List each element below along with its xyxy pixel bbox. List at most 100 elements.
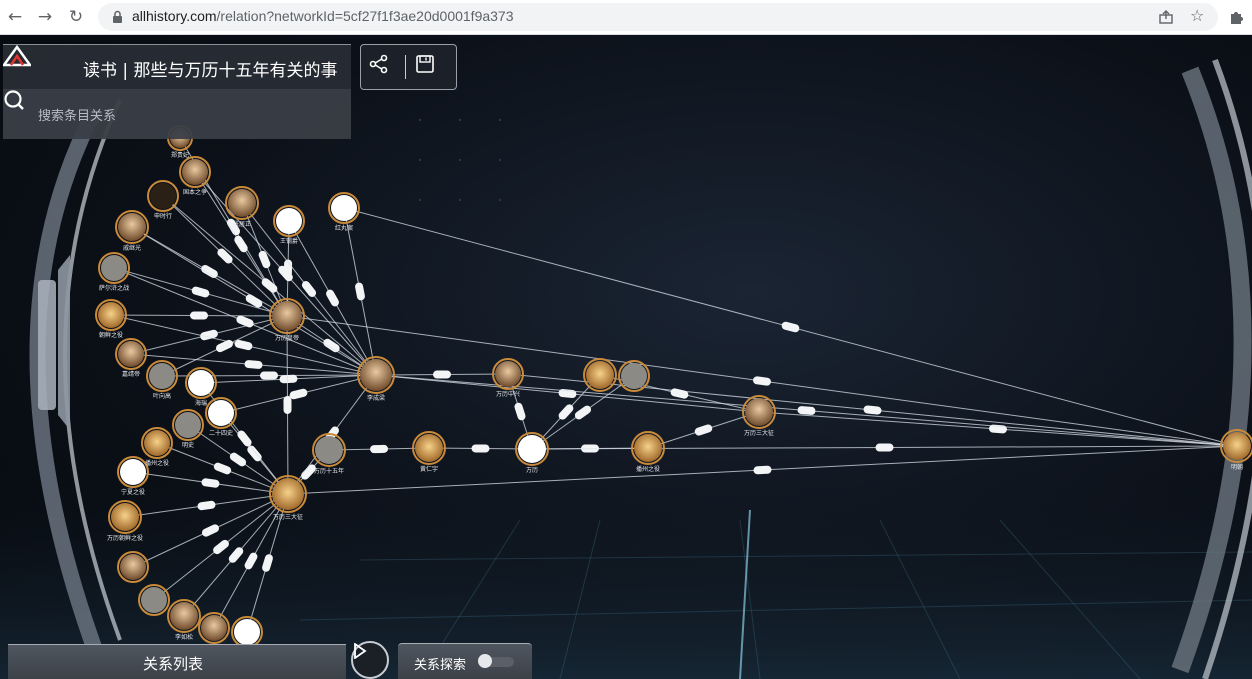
node-avatar[interactable]	[360, 359, 392, 391]
graph-node[interactable]: 万历三大征	[742, 395, 776, 437]
relation-edge-label[interactable]	[753, 376, 772, 386]
relation-edge-label[interactable]	[289, 388, 308, 400]
node-avatar[interactable]	[111, 503, 139, 531]
graph-node[interactable]	[583, 358, 617, 392]
relation-edge-label[interactable]	[234, 339, 253, 351]
node-avatar[interactable]	[634, 434, 662, 462]
node-avatar[interactable]	[201, 615, 227, 641]
share-page-icon[interactable]	[1158, 9, 1174, 25]
graph-node[interactable]: 万历	[515, 432, 549, 474]
node-avatar[interactable]	[228, 189, 256, 217]
node-avatar[interactable]	[1223, 432, 1251, 460]
graph-node[interactable]: 万历十五年	[312, 433, 346, 475]
address-bar[interactable]: allhistory.com/relation?networkId=5cf27f…	[98, 3, 1218, 31]
back-icon[interactable]: ←	[3, 5, 27, 29]
graph-node[interactable]: 明史	[172, 409, 204, 449]
forward-icon[interactable]: →	[33, 5, 57, 29]
relation-edge-label[interactable]	[191, 286, 210, 299]
relation-edge-label[interactable]	[753, 465, 772, 475]
node-avatar[interactable]	[331, 195, 357, 221]
node-avatar[interactable]	[621, 363, 647, 389]
save-button[interactable]	[415, 54, 441, 80]
search-placeholder[interactable]: 搜索条目关系	[38, 105, 116, 124]
node-avatar[interactable]	[272, 478, 304, 510]
search-input[interactable]: 搜索条目关系	[3, 89, 351, 139]
node-avatar[interactable]	[315, 436, 343, 464]
bookmark-star-icon[interactable]: ☆	[1190, 6, 1204, 25]
relation-edge-label[interactable]	[325, 288, 341, 308]
node-avatar[interactable]	[276, 208, 302, 234]
relation-edge-label[interactable]	[228, 451, 247, 468]
graph-node[interactable]: 宁夏之役	[117, 456, 149, 496]
relation-edge-label[interactable]	[190, 311, 208, 320]
relation-explore-toggle[interactable]: 关系探索	[398, 643, 532, 679]
relation-edge-label[interactable]	[370, 444, 388, 454]
share-button[interactable]	[369, 54, 395, 80]
allhistory-logo-icon[interactable]	[3, 45, 31, 67]
node-avatar[interactable]	[118, 213, 146, 241]
graph-node[interactable]: 嘉靖帝	[115, 338, 147, 378]
node-avatar[interactable]	[234, 619, 260, 645]
graph-node[interactable]: 戚继光	[115, 210, 149, 252]
relation-edge-label[interactable]	[300, 279, 317, 298]
graph-node[interactable]: 朝鲜之役	[95, 299, 127, 339]
reload-icon[interactable]: ↻	[64, 5, 88, 29]
relation-edge-label[interactable]	[233, 234, 249, 253]
play-button[interactable]	[351, 641, 389, 679]
extensions-icon[interactable]	[1228, 9, 1244, 25]
graph-node[interactable]	[117, 551, 149, 583]
graph-node[interactable]: 万历皇帝	[269, 298, 305, 342]
node-avatar[interactable]	[415, 434, 443, 462]
relation-list-label[interactable]: 关系列表	[8, 653, 338, 674]
relation-edge-label[interactable]	[246, 444, 264, 463]
graph-node[interactable]: 万历朝鲜之役	[107, 500, 143, 542]
node-avatar[interactable]	[182, 159, 208, 185]
node-avatar[interactable]	[745, 398, 773, 426]
relation-edge-label[interactable]	[471, 444, 490, 453]
relation-edge-label[interactable]	[694, 423, 714, 436]
node-avatar[interactable]	[120, 554, 146, 580]
relation-edge-label[interactable]	[863, 405, 882, 415]
node-avatar[interactable]	[586, 361, 614, 389]
node-avatar[interactable]	[101, 255, 127, 281]
relation-edge-label[interactable]	[257, 250, 271, 270]
relation-graph-canvas[interactable]: 郑贵妃 国本之争 申时行 张居正 王锡爵 红丸案 戚继光 萨尔浒之战 万历皇帝 朝鲜之役 嘉靖帝 李成…	[0, 35, 1252, 679]
relation-edge-label[interactable]	[875, 443, 894, 452]
relation-edge-label[interactable]	[322, 337, 341, 354]
search-icon[interactable]	[3, 89, 25, 111]
relation-list-tab[interactable]: 关系列表	[8, 644, 346, 679]
relation-edge-label[interactable]	[244, 360, 263, 370]
node-avatar[interactable]	[149, 363, 175, 389]
graph-node[interactable]: 红丸案	[328, 192, 360, 232]
node-avatar[interactable]	[495, 361, 521, 387]
graph-node[interactable]: 二十四史	[205, 397, 237, 437]
graph-node[interactable]: 叶向高	[146, 360, 178, 400]
graph-node[interactable]	[618, 360, 650, 392]
relation-edge-label[interactable]	[260, 371, 278, 380]
explore-switch[interactable]	[478, 654, 514, 668]
graph-node[interactable]: 国本之争	[179, 156, 211, 196]
graph-node[interactable]: 播州之役	[141, 427, 173, 467]
relation-edge-label[interactable]	[781, 321, 800, 333]
node-avatar[interactable]	[188, 370, 214, 396]
node-avatar[interactable]	[150, 183, 176, 209]
graph-node[interactable]: 万历中兴	[492, 358, 524, 398]
relation-edge-label[interactable]	[283, 396, 292, 414]
node-avatar[interactable]	[118, 341, 144, 367]
graph-node[interactable]: 黄仁宇	[412, 431, 446, 473]
relation-edge-label[interactable]	[236, 429, 253, 448]
node-avatar[interactable]	[170, 602, 198, 630]
node-avatar[interactable]	[208, 400, 234, 426]
node-avatar[interactable]	[175, 412, 201, 438]
node-avatar[interactable]	[518, 435, 546, 463]
relation-edge-label[interactable]	[433, 370, 451, 379]
graph-node[interactable]: 申时行	[147, 180, 179, 220]
graph-node[interactable]: 播州之役	[631, 431, 665, 473]
relation-edge-label[interactable]	[200, 264, 220, 280]
relation-edge-label[interactable]	[670, 388, 689, 400]
node-avatar[interactable]	[141, 587, 167, 613]
relation-edge-label[interactable]	[354, 282, 365, 301]
graph-node[interactable]	[138, 584, 170, 616]
node-avatar[interactable]	[144, 430, 170, 456]
node-avatar[interactable]	[120, 459, 146, 485]
